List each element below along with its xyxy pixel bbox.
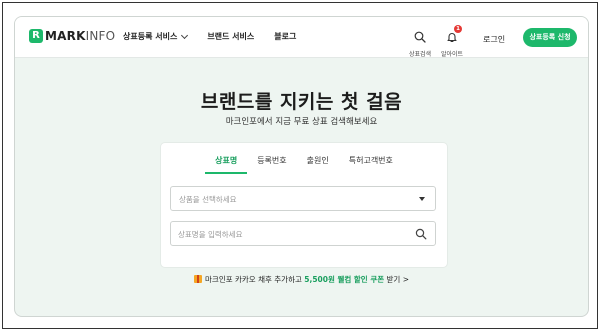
hero-title: 브랜드를 지키는 첫 걸음 [200, 91, 403, 113]
tab-registration-number[interactable]: 등록번호 [247, 155, 296, 174]
search-icon [414, 31, 426, 43]
product-select[interactable]: 상품을 선택하세요 [170, 186, 436, 211]
page-card: R MARKINFO 상표등록 서비스 브랜드 서비스 블로그 상표검색 1 알… [14, 16, 589, 317]
nav-item-brand-service[interactable]: 브랜드 서비스 [207, 31, 254, 42]
trademark-search-input[interactable] [178, 228, 398, 240]
promo-prefix: 마크인포 카카오 채후 추가하고 [205, 275, 305, 284]
promo-highlight: 5,500원 웰컴 할인 쿠폰 [304, 275, 385, 284]
logo-text-bold: MARK [45, 29, 86, 43]
tab-patent-customer-number[interactable]: 특허고객번호 [339, 155, 403, 174]
logo[interactable]: R MARKINFO [29, 29, 115, 43]
header-search-button[interactable]: 상표검색 [405, 28, 435, 58]
search-icon[interactable] [415, 228, 427, 240]
caret-down-icon [419, 197, 425, 201]
search-panel: 상표명 등록번호 출원인 특허고객번호 상품을 선택하세요 [161, 143, 447, 267]
tab-applicant[interactable]: 출원인 [297, 155, 339, 174]
logo-text-light: INFO [85, 29, 116, 43]
promo-link[interactable]: 마크인포 카카오 채후 추가하고 5,500원 웰컴 할인 쿠폰 받기 > [15, 274, 588, 285]
tab-trademark-name[interactable]: 상표명 [205, 155, 248, 174]
search-label: 상표검색 [408, 51, 432, 58]
product-select-placeholder: 상품을 선택하세요 [179, 195, 237, 204]
window-frame: R MARKINFO 상표등록 서비스 브랜드 서비스 블로그 상표검색 1 알… [2, 2, 598, 329]
notification-badge: 1 [454, 25, 462, 33]
search-tabs: 상표명 등록번호 출원인 특허고객번호 [161, 155, 447, 174]
login-link[interactable]: 로그인 [483, 34, 505, 45]
nav-item-label: 상표등록 서비스 [123, 32, 178, 41]
nav-item-label: 브랜드 서비스 [207, 32, 255, 41]
gift-icon [194, 275, 203, 283]
trademark-search-field[interactable] [170, 221, 436, 246]
header-alarm-button[interactable]: 1 알아이트 [437, 25, 467, 58]
logo-text: MARKINFO [45, 29, 115, 43]
promo-suffix: 받기 > [384, 275, 409, 284]
nav-item-trademark-service[interactable]: 상표등록 서비스 [123, 31, 189, 42]
header: R MARKINFO 상표등록 서비스 브랜드 서비스 블로그 상표검색 1 알… [15, 17, 588, 58]
nav-item-label: 블로그 [274, 32, 297, 41]
hero-subtitle: 마크인포에서 지금 무료 상표 검색해보세요 [225, 117, 378, 127]
alarm-label: 알아이트 [440, 51, 464, 58]
nav-item-blog[interactable]: 블로그 [274, 31, 296, 42]
main-nav: 상표등록 서비스 브랜드 서비스 블로그 [123, 31, 316, 42]
chevron-down-icon [181, 31, 189, 39]
logo-mark-icon: R [29, 29, 43, 43]
apply-trademark-button[interactable]: 상표등록 신청 [523, 28, 577, 47]
